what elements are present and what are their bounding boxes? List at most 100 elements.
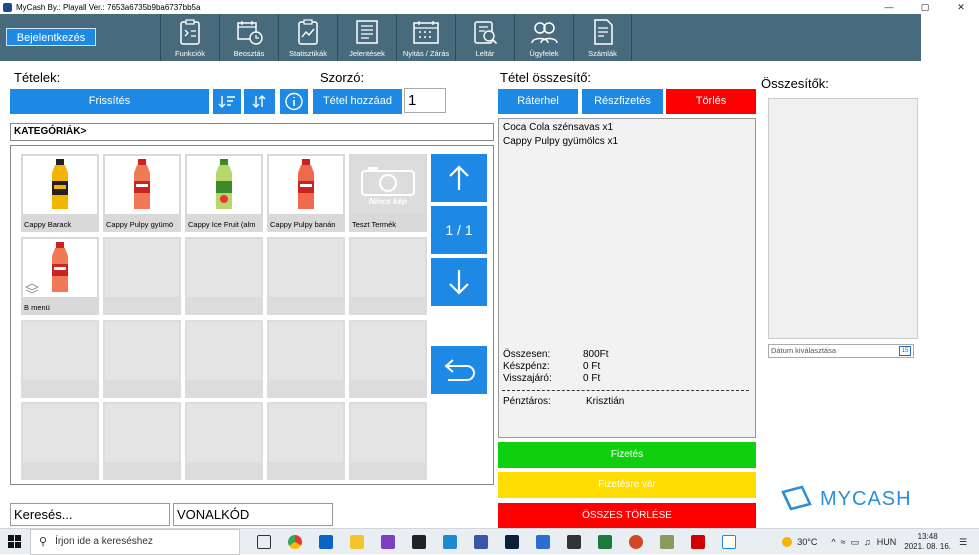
product-tile[interactable]: Cappy Pulpy banán [267, 154, 345, 232]
total-label: Összesen: [503, 349, 551, 360]
product-image [269, 156, 343, 214]
nav-functions[interactable]: Funkciók [160, 14, 219, 61]
minimize-button[interactable]: — [871, 0, 907, 14]
empty-tile [349, 402, 427, 480]
outlook-icon[interactable] [312, 531, 339, 553]
nav-open-close[interactable]: Nyitás / Zárás [396, 14, 455, 61]
acrobat-icon[interactable] [684, 531, 711, 553]
product-tile[interactable]: B menü [21, 237, 99, 315]
start-button[interactable] [0, 534, 30, 549]
visual-studio-icon[interactable] [374, 531, 401, 553]
top-navigation: Bejelentkezés Funkciók Beosztás Statiszt… [0, 14, 921, 61]
page-down-button[interactable] [431, 258, 487, 306]
empty-tile [185, 237, 263, 315]
chrome-icon[interactable] [281, 531, 308, 553]
logo-icon [781, 485, 812, 511]
language-indicator[interactable]: HUN [877, 537, 897, 547]
vscode-icon[interactable] [436, 531, 463, 553]
empty-tile [21, 320, 99, 398]
product-image [23, 156, 97, 214]
powerpoint-icon[interactable] [622, 531, 649, 553]
search-input[interactable]: Keresés... [10, 503, 170, 526]
wait-for-payment-button[interactable]: Fizetésre vár [498, 472, 756, 498]
empty-tile [349, 237, 427, 315]
receipt-line[interactable]: Cappy Pulpy gyümölcs x1 [503, 136, 618, 147]
bottle-icon [52, 242, 68, 292]
partial-payment-button[interactable]: Részfizetés [582, 89, 663, 114]
receipt-line[interactable]: Coca Cola szénsavas x1 [503, 122, 613, 133]
empty-tile [103, 320, 181, 398]
items-title: Tételek: [14, 70, 61, 85]
product-tile[interactable]: Cappy Barack [21, 154, 99, 232]
photoshop-icon[interactable] [498, 531, 525, 553]
nav-label: Ügyfelek [529, 49, 559, 58]
product-tile[interactable]: Cappy Ice Fruit (alm [185, 154, 263, 232]
taskbar-search[interactable]: ⚲ Írjon ide a kereséshez [30, 528, 240, 555]
park-button[interactable]: Ráterhel [498, 89, 578, 114]
file-explorer-icon[interactable] [343, 531, 370, 553]
nav-inventory[interactable]: Leltár [455, 14, 514, 61]
nav-label: Funkciók [174, 49, 205, 58]
camera-icon [361, 166, 415, 196]
product-tile[interactable]: Nincs kép Teszt Termék [349, 154, 427, 232]
maximize-button[interactable]: ▢ [907, 0, 943, 14]
back-button[interactable] [431, 346, 487, 394]
save-app-icon[interactable] [467, 531, 494, 553]
add-item-button[interactable]: Tétel hozzáad [313, 89, 402, 114]
sort-toggle-button[interactable] [244, 89, 275, 114]
layers-icon [25, 283, 39, 294]
clear-all-button[interactable]: ÖSSZES TÖRLÉSE [498, 503, 756, 528]
change-value: 0 Ft [583, 373, 601, 384]
nav-customers[interactable]: Ügyfelek [514, 14, 573, 61]
refresh-button[interactable]: Frissítés [10, 89, 209, 114]
totals-title: Összesítők: [761, 76, 829, 91]
date-placeholder: Dátum kiválasztása [771, 346, 837, 355]
nav-schedule[interactable]: Beosztás [219, 14, 278, 61]
arrow-up-icon [449, 165, 469, 190]
system-tray: 30°C ^ ≈ ▭ ♫ HUN 13:48 2021. 08. 16. ☰ [782, 529, 979, 555]
taskbar: ⚲ Írjon ide a kereséshez 30°C ^ ≈ ▭ ♫ HU… [0, 528, 979, 555]
barcode-input[interactable]: VONALKÓD [173, 503, 333, 526]
nav-reports[interactable]: Jelentések [337, 14, 396, 61]
empty-tile [267, 237, 345, 315]
info-button[interactable] [280, 89, 308, 114]
sticky-notes-icon[interactable] [560, 531, 587, 553]
task-view-icon[interactable] [250, 531, 277, 553]
notifications-icon[interactable]: ☰ [959, 537, 975, 548]
chevron-up-icon[interactable]: ^ [831, 537, 835, 547]
editor-icon[interactable] [653, 531, 680, 553]
bottle-icon [52, 159, 68, 209]
battery-icon[interactable]: ▭ [851, 537, 860, 548]
weather-text[interactable]: 30°C [797, 537, 817, 547]
nav-invoices[interactable]: Számlák [573, 14, 632, 61]
product-image [187, 156, 261, 214]
clock-date: 2021. 08. 16. [904, 542, 951, 551]
calendar-icon[interactable]: 15 [899, 346, 911, 356]
clock[interactable]: 13:48 2021. 08. 16. [904, 532, 951, 552]
sort-list-icon [218, 96, 235, 108]
cashier-value: Krisztián [586, 396, 625, 407]
excel-icon[interactable] [591, 531, 618, 553]
nav-label: Leltár [475, 49, 495, 58]
sort-list-button[interactable] [213, 89, 241, 114]
date-picker[interactable]: Dátum kiválasztása 15 [768, 344, 914, 358]
mycash-app-icon[interactable] [715, 531, 742, 553]
receipt-panel: Coca Cola szénsavas x1 Cappy Pulpy gyümö… [498, 118, 756, 438]
page-up-button[interactable] [431, 154, 487, 202]
volume-icon[interactable]: ♫ [864, 537, 871, 547]
nav-statistics[interactable]: Statisztikák [278, 14, 337, 61]
bottle-icon [298, 159, 314, 209]
quantity-input[interactable]: 1 [404, 88, 446, 113]
login-button[interactable]: Bejelentkezés [6, 28, 96, 46]
pay-button[interactable]: Fizetés [498, 442, 756, 468]
delete-button[interactable]: Törlés [666, 89, 756, 114]
category-breadcrumb[interactable]: KATEGÓRIÁK> [10, 123, 494, 141]
close-button[interactable]: ✕ [943, 0, 979, 14]
nav-label: Számlák [588, 49, 617, 58]
customers-icon [531, 22, 558, 44]
no-image-label: Nincs kép [369, 196, 407, 206]
product-tile[interactable]: Cappy Pulpy gyümö [103, 154, 181, 232]
paint-icon[interactable] [529, 531, 556, 553]
terminal-icon[interactable] [405, 531, 432, 553]
network-icon[interactable]: ≈ [841, 537, 846, 547]
